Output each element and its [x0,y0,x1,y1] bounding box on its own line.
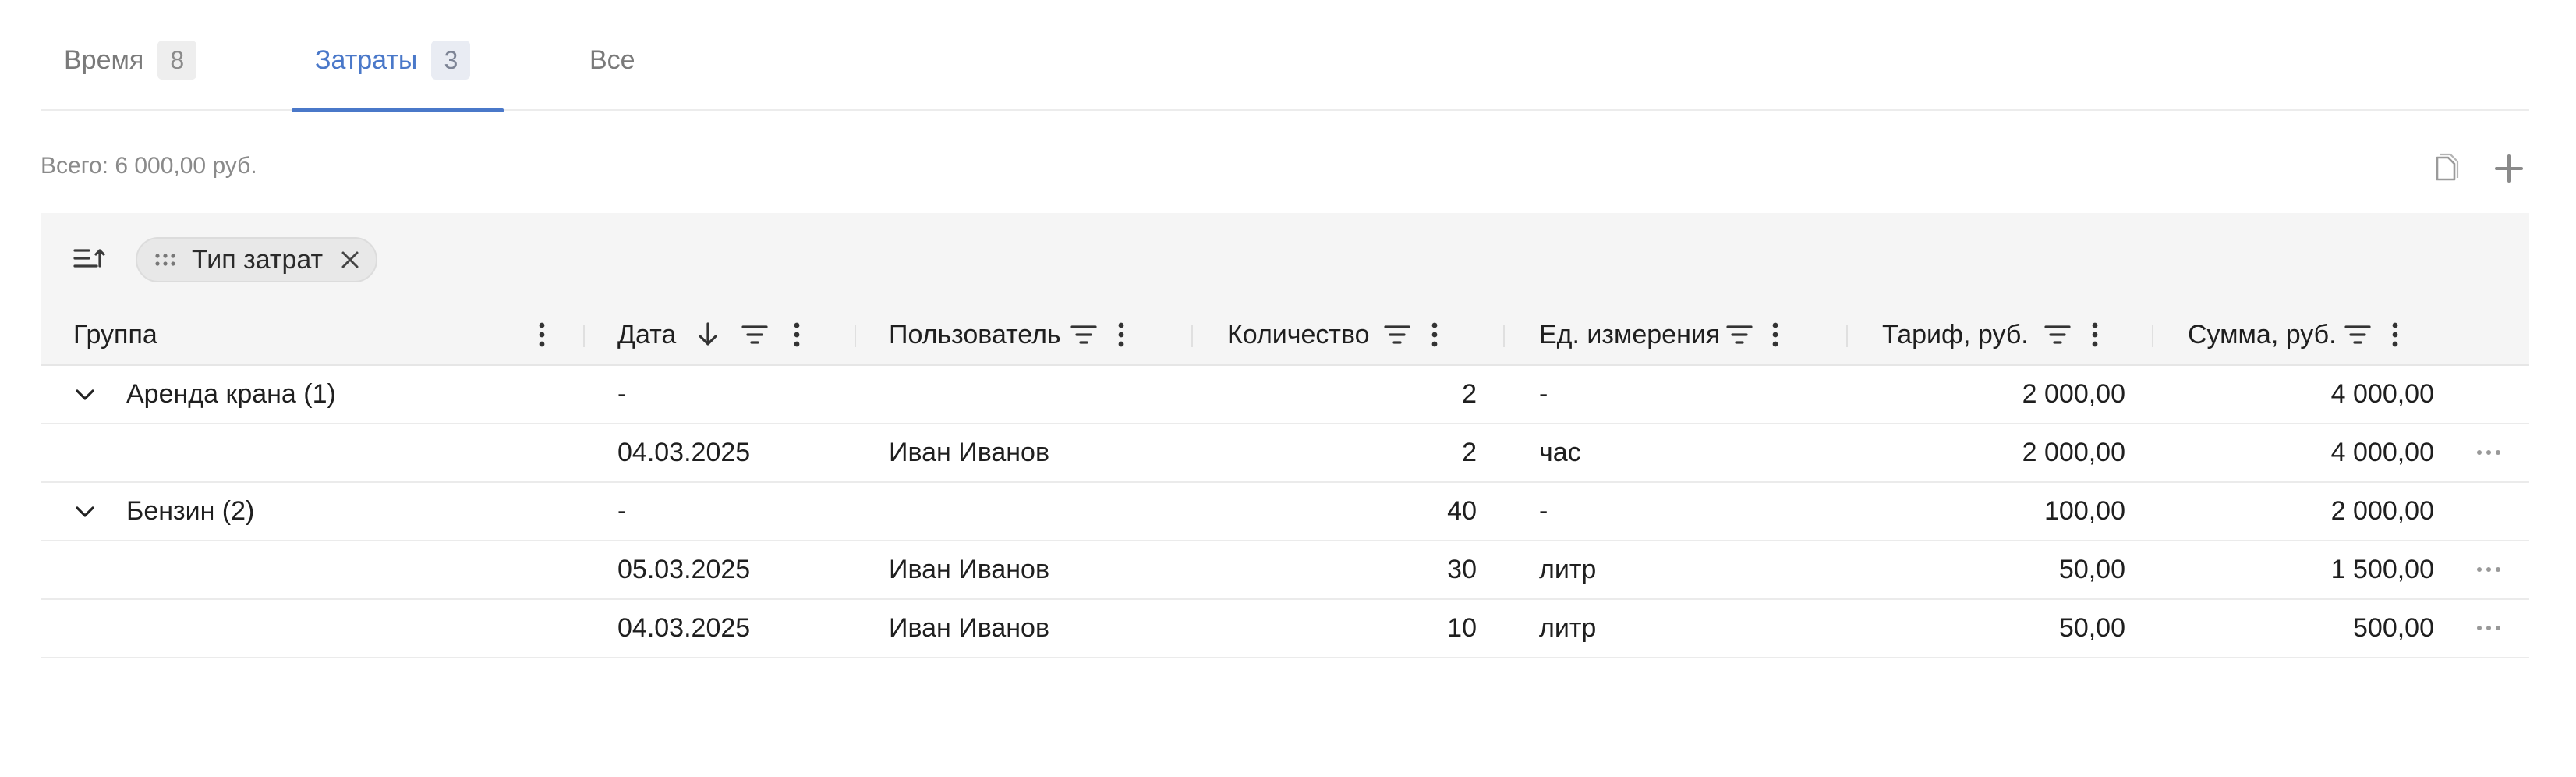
column-header-user[interactable]: Пользователь [889,305,1127,364]
chevron-down-icon[interactable] [73,383,97,406]
cell-unit: - [1539,379,1548,409]
close-icon[interactable] [338,248,362,271]
grouping-panel: Тип затрат [41,213,2529,305]
column-header-date[interactable]: Дата [617,305,802,364]
cell-user: Иван Иванов [889,438,1050,467]
cell-rate: 2 000,00 [2022,438,2125,467]
cell-quantity: 2 [1462,379,1477,409]
tab-time[interactable]: Время 8 [64,41,197,111]
filter-icon[interactable] [1383,323,1410,346]
chevron-down-icon[interactable] [73,500,97,523]
column-header-rate[interactable]: Тариф, руб. [1882,305,2100,364]
tab-costs[interactable]: Затраты 3 [292,41,504,112]
column-menu-icon[interactable] [1116,319,1127,350]
content: Время 8 Затраты 3 Все Всего: 6 000,00 ру… [41,0,2529,658]
cell-sum: 4 000,00 [2330,379,2434,409]
column-resizer[interactable] [2152,325,2153,347]
cell-unit: - [1539,496,1548,526]
cell-rate: 100,00 [2044,496,2125,526]
cell-quantity: 2 [1462,438,1477,467]
table-row[interactable]: 05.03.2025 Иван Иванов 30 литр 50,00 1 5… [41,541,2529,600]
costs-view: Время 8 Затраты 3 Все Всего: 6 000,00 ру… [0,0,2576,777]
filter-icon[interactable] [741,323,768,346]
tab-count-badge: 3 [431,41,471,80]
more-horizontal-icon[interactable] [2473,620,2504,636]
cell-sum: 4 000,00 [2330,438,2434,467]
more-horizontal-icon[interactable] [2473,445,2504,460]
cell-user: Иван Иванов [889,555,1050,584]
tab-all[interactable]: Все [589,45,635,111]
plus-icon[interactable] [2489,148,2529,189]
tab-label: Все [589,45,635,75]
tab-count-badge: 8 [157,41,197,80]
cell-unit: литр [1539,613,1597,643]
more-horizontal-icon[interactable] [2473,562,2504,577]
cell-user: Иван Иванов [889,613,1050,643]
grouping-chip: Тип затрат [136,237,378,282]
sort-desc-icon[interactable] [696,321,720,349]
cell-unit: час [1539,438,1581,467]
column-menu-icon[interactable] [2390,319,2401,350]
column-menu-icon[interactable] [2089,319,2100,350]
column-resizer[interactable] [1191,325,1193,347]
tab-label: Затраты [315,45,418,75]
cell-rate: 50,00 [2058,555,2125,584]
column-resizer[interactable] [1503,325,1505,347]
column-header-sum[interactable]: Сумма, руб. [2188,305,2401,364]
column-header-unit[interactable]: Ед. измерения [1539,305,1781,364]
filter-icon[interactable] [1726,323,1753,346]
summary-bar: Всего: 6 000,00 руб. [41,111,2529,213]
cell-quantity: 10 [1447,613,1477,643]
grouping-chip-label: Тип затрат [192,244,324,275]
column-resizer[interactable] [1846,325,1848,347]
group-label: Аренда крана (1) [126,379,336,409]
column-menu-icon[interactable] [1770,319,1781,350]
column-resizer[interactable] [583,325,585,347]
table-header: Группа Дата Пользователь Количество Ед. … [41,305,2529,366]
total-amount: Всего: 6 000,00 руб. [41,153,257,179]
column-menu-icon[interactable] [536,319,547,350]
cell-quantity: 40 [1447,496,1477,526]
filter-icon[interactable] [1070,323,1097,346]
document-icon[interactable] [2426,148,2467,189]
cell-date: 04.03.2025 [617,438,751,467]
group-sort-icon[interactable] [70,243,108,277]
column-menu-icon[interactable] [791,319,802,350]
table-body: Аренда крана (1) - 2 - 2 000,00 4 000,00… [41,366,2529,658]
drag-handle-icon[interactable] [154,252,176,268]
column-menu-icon[interactable] [1429,319,1440,350]
cell-date: - [617,379,627,409]
column-header-quantity[interactable]: Количество [1227,305,1440,364]
group-row[interactable]: Аренда крана (1) - 2 - 2 000,00 4 000,00 [41,366,2529,424]
cell-date: 05.03.2025 [617,555,751,584]
group-row[interactable]: Бензин (2) - 40 - 100,00 2 000,00 [41,483,2529,541]
column-resizer[interactable] [855,325,856,347]
table-row[interactable]: 04.03.2025 Иван Иванов 10 литр 50,00 500… [41,600,2529,658]
cell-rate: 50,00 [2058,613,2125,643]
group-label: Бензин (2) [126,496,255,526]
cell-quantity: 30 [1447,555,1477,584]
cell-sum: 2 000,00 [2330,496,2434,526]
cell-sum: 1 500,00 [2330,555,2434,584]
filter-icon[interactable] [2344,323,2371,346]
tab-bar: Время 8 Затраты 3 Все [41,0,2529,112]
cell-date: - [617,496,627,526]
cell-sum: 500,00 [2353,613,2434,643]
filter-icon[interactable] [2044,323,2071,346]
table-row[interactable]: 04.03.2025 Иван Иванов 2 час 2 000,00 4 … [41,424,2529,483]
cell-date: 04.03.2025 [617,613,751,643]
cell-rate: 2 000,00 [2022,379,2125,409]
tab-label: Время [64,45,144,75]
cell-unit: литр [1539,555,1597,584]
column-header-group[interactable]: Группа [73,305,157,364]
